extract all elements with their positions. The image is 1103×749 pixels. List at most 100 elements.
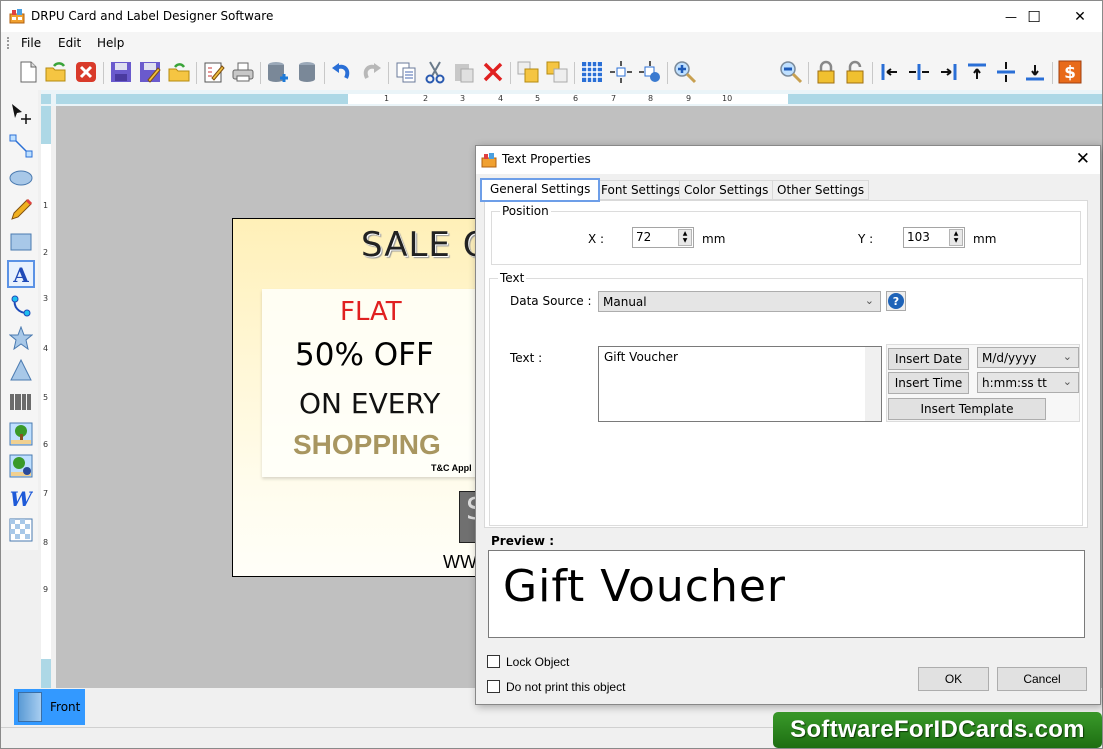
dialog-close-icon[interactable]: ✕ — [1076, 149, 1090, 169]
open-icon — [45, 62, 66, 82]
ruler-label: 5 — [535, 94, 541, 103]
close-file-button[interactable] — [73, 59, 99, 85]
new-button[interactable] — [15, 59, 41, 85]
menu-edit[interactable]: Edit — [58, 36, 81, 50]
add-database-button[interactable] — [265, 59, 291, 85]
help-button[interactable]: ? — [886, 291, 906, 311]
do-not-print-checkbox[interactable] — [487, 680, 500, 693]
zoom-in-button[interactable] — [672, 59, 698, 85]
menu-file[interactable]: File — [21, 36, 41, 50]
text-preview: Gift Voucher — [488, 550, 1085, 638]
copy-button[interactable] — [393, 59, 419, 85]
image-library-tool[interactable] — [7, 452, 35, 480]
lock-object-checkbox[interactable] — [487, 655, 500, 668]
tab-color-settings[interactable]: Color Settings — [679, 180, 774, 200]
text-scrollbar[interactable] — [865, 347, 881, 421]
wordart-tool[interactable]: W — [7, 484, 35, 512]
tab-general-settings[interactable]: General Settings — [480, 178, 601, 202]
text-input[interactable]: Gift Voucher — [598, 346, 882, 422]
align-center-button[interactable] — [906, 59, 932, 85]
cut-button[interactable] — [422, 59, 448, 85]
database-button[interactable] — [294, 59, 320, 85]
line-tool[interactable] — [7, 132, 35, 160]
card-every-text[interactable]: ON EVERY — [299, 387, 440, 420]
page-tab-label: Front — [50, 700, 81, 714]
spinner-arrows-icon[interactable]: ▲ ▼ — [678, 229, 692, 246]
window-title: DRPU Card and Label Designer Software — [31, 9, 274, 23]
card-terms-text[interactable]: T&C Appl — [431, 463, 472, 473]
bring-front-icon — [517, 61, 539, 83]
close-button[interactable]: ✕ — [1057, 1, 1103, 32]
star-tool[interactable] — [7, 324, 35, 352]
date-format-select[interactable]: M/d/yyyy ⌄ — [977, 347, 1079, 368]
x-position-input[interactable]: 72 ▲ ▼ — [632, 227, 694, 248]
card-flat-text[interactable]: FLAT — [340, 297, 402, 327]
align-bottom-button[interactable] — [1022, 59, 1048, 85]
card-shopping-text[interactable]: SHOPPING — [293, 429, 441, 461]
insert-date-button[interactable]: Insert Date — [888, 348, 969, 370]
ellipse-tool[interactable] — [7, 164, 35, 192]
price-button[interactable]: $ — [1057, 59, 1083, 85]
image-icon — [9, 422, 33, 446]
card-discount-text[interactable]: 50% OFF — [295, 337, 434, 373]
insert-time-button[interactable]: Insert Time — [888, 372, 969, 394]
triangle-tool[interactable] — [7, 356, 35, 384]
fit-button[interactable] — [637, 59, 663, 85]
align-right-button[interactable] — [935, 59, 961, 85]
align-top-button[interactable] — [964, 59, 990, 85]
tab-other-settings[interactable]: Other Settings — [772, 180, 870, 200]
align-left-button[interactable] — [877, 59, 903, 85]
lock-object-label[interactable]: Lock Object — [506, 655, 569, 669]
insert-template-button[interactable]: Insert Template — [888, 398, 1046, 420]
maximize-button[interactable]: ☐ — [1011, 1, 1057, 32]
spinner-arrows-icon[interactable]: ▲ ▼ — [949, 229, 963, 246]
barcode-tool[interactable] — [7, 388, 35, 416]
maximize-icon: ☐ — [1027, 7, 1041, 26]
zoom-out-button[interactable] — [778, 59, 804, 85]
print-button[interactable] — [230, 59, 256, 85]
do-not-print-label[interactable]: Do not print this object — [506, 680, 625, 694]
image-tool[interactable] — [7, 420, 35, 448]
data-source-select[interactable]: Manual ⌄ — [598, 291, 881, 312]
time-format-select[interactable]: h:mm:ss tt ⌄ — [977, 372, 1079, 393]
undo-icon — [332, 63, 350, 79]
align-middle-button[interactable] — [993, 59, 1019, 85]
card-design[interactable]: SALE O FLAT 50% OFF ON EVERY SHOPPING T&… — [232, 218, 482, 577]
card-sale-text[interactable]: SALE O — [361, 225, 481, 265]
arc-tool[interactable] — [7, 292, 35, 320]
ok-button[interactable]: OK — [918, 667, 989, 691]
y-position-input[interactable]: 103 ▲ ▼ — [903, 227, 965, 248]
save-as-button[interactable] — [137, 59, 163, 85]
text-properties-dialog: Text Properties ✕ General Settings Font … — [475, 145, 1101, 705]
unlock-button[interactable] — [842, 59, 868, 85]
y-position-value: 103 — [907, 230, 930, 244]
delete-button[interactable] — [480, 59, 506, 85]
watermark-tool[interactable] — [7, 516, 35, 544]
card-website-text[interactable]: WW — [443, 552, 477, 573]
rectangle-tool[interactable] — [7, 228, 35, 256]
select-tool[interactable] — [7, 100, 35, 128]
cancel-button[interactable]: Cancel — [997, 667, 1087, 691]
export-button[interactable] — [166, 59, 192, 85]
dialog-title-bar: Text Properties ✕ — [476, 146, 1100, 174]
paste-button[interactable] — [451, 59, 477, 85]
page-tab-front[interactable]: Front — [14, 689, 85, 725]
text-tool[interactable]: A — [7, 260, 35, 288]
menu-help[interactable]: Help — [97, 36, 124, 50]
tab-font-settings[interactable]: Font Settings — [596, 180, 686, 200]
align-top-icon — [968, 63, 986, 79]
x-label: X : — [588, 232, 605, 246]
pencil-tool[interactable] — [7, 196, 35, 224]
send-back-button[interactable] — [544, 59, 570, 85]
redo-button[interactable] — [358, 59, 384, 85]
lock-button[interactable] — [813, 59, 839, 85]
data-source-value: Manual — [603, 295, 647, 309]
edit-button[interactable] — [201, 59, 227, 85]
save-button[interactable] — [108, 59, 134, 85]
open-button[interactable] — [43, 59, 69, 85]
center-object-button[interactable] — [608, 59, 634, 85]
bring-front-button[interactable] — [515, 59, 541, 85]
undo-button[interactable] — [329, 59, 355, 85]
general-settings-panel: Position X : 72 ▲ ▼ mm Y : 103 ▲ ▼ mm Text… — [484, 200, 1088, 528]
grid-button[interactable] — [579, 59, 605, 85]
